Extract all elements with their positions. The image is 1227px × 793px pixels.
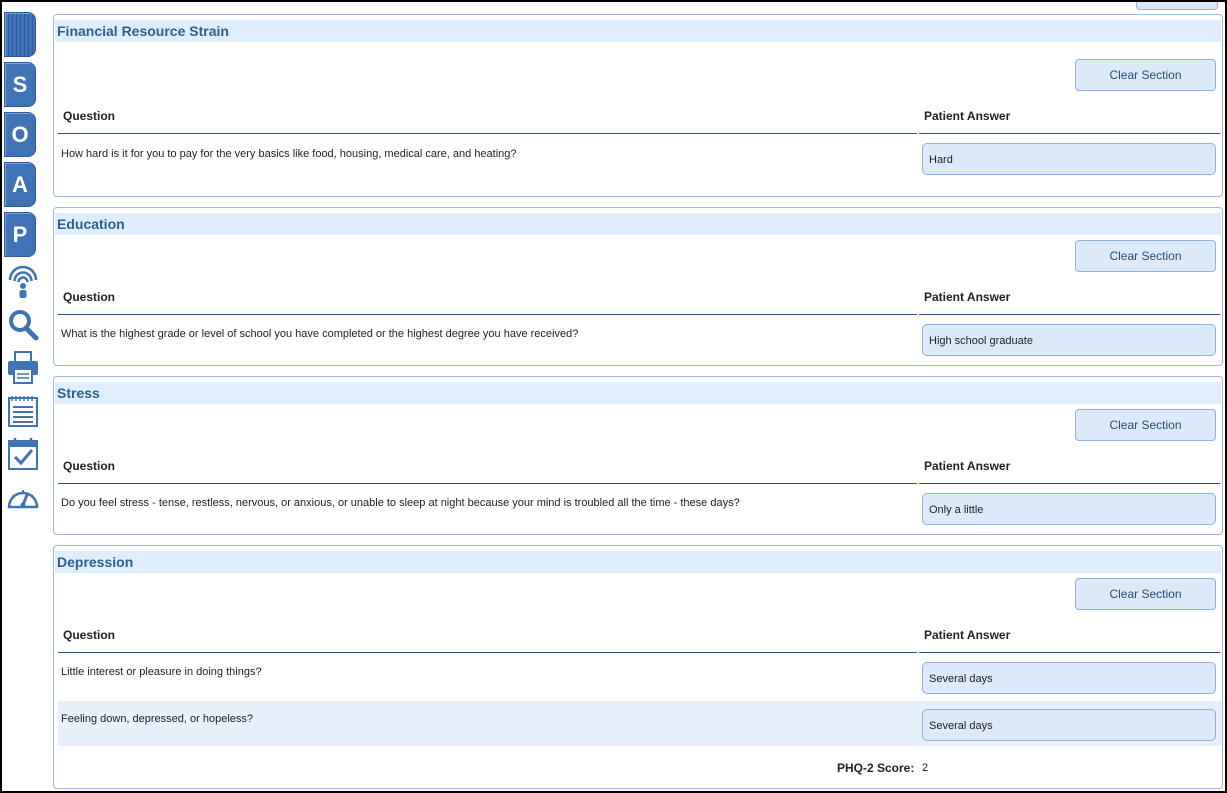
question-header: Question — [63, 628, 116, 642]
question-text: Feeling down, depressed, or hopeless? — [61, 713, 254, 725]
speedometer-icon[interactable] — [6, 479, 40, 515]
header-divider — [58, 314, 917, 315]
answer-header: Patient Answer — [924, 109, 1011, 123]
phq2-score-label: PHQ-2 Score: — [837, 761, 915, 775]
sidebar: S O A P — [2, 2, 46, 791]
soap-tab-o[interactable]: O — [4, 112, 36, 157]
answer-header: Patient Answer — [924, 628, 1011, 642]
section-depression: Depression Clear Section Question Patien… — [53, 545, 1223, 789]
clear-section-button[interactable]: Clear Section — [1075, 240, 1216, 272]
section-title: Depression — [55, 551, 1221, 573]
phq2-score-value: 2 — [922, 762, 929, 774]
header-divider — [919, 133, 1220, 134]
section-title: Stress — [55, 382, 1221, 404]
question-header: Question — [63, 459, 116, 473]
clear-section-button[interactable]: Clear Section — [1075, 409, 1216, 441]
soap-tab-a[interactable]: A — [4, 162, 36, 207]
answer-field[interactable]: Several days — [922, 662, 1216, 694]
question-text: What is the highest grade or level of sc… — [61, 328, 579, 340]
section-title: Financial Resource Strain — [55, 20, 1221, 42]
header-divider — [58, 483, 917, 484]
section-title: Education — [55, 213, 1221, 235]
notepad-icon[interactable] — [6, 393, 40, 429]
clear-section-button[interactable]: Clear Section — [1075, 578, 1216, 610]
section-education: Education Clear Section Question Patient… — [53, 207, 1223, 366]
menu-tab[interactable] — [4, 12, 36, 57]
question-text: Do you feel stress - tense, restless, ne… — [61, 497, 740, 509]
answer-header: Patient Answer — [924, 459, 1011, 473]
printer-icon[interactable] — [6, 350, 40, 386]
scrolled-button[interactable] — [1136, 2, 1218, 10]
answer-header: Patient Answer — [924, 290, 1011, 304]
question-text: How hard is it for you to pay for the ve… — [61, 148, 517, 160]
section-financial-resource-strain: Financial Resource Strain Clear Section … — [53, 14, 1223, 197]
answer-field[interactable]: Only a little — [922, 493, 1216, 525]
search-icon[interactable] — [6, 307, 40, 343]
header-divider — [58, 652, 917, 653]
header-divider — [919, 314, 1220, 315]
question-header: Question — [63, 290, 116, 304]
header-divider — [919, 652, 1220, 653]
soap-tab-p[interactable]: P — [4, 212, 36, 257]
app-frame: S O A P Financial Resource Strain Clear … — [0, 0, 1227, 793]
clear-section-button[interactable]: Clear Section — [1075, 59, 1216, 91]
soap-tab-s[interactable]: S — [4, 62, 36, 107]
calendar-check-icon[interactable] — [6, 436, 40, 472]
question-text: Little interest or pleasure in doing thi… — [61, 666, 262, 678]
answer-field[interactable]: Several days — [922, 709, 1216, 741]
section-stress: Stress Clear Section Question Patient An… — [53, 376, 1223, 535]
header-divider — [58, 133, 917, 134]
header-divider — [919, 483, 1220, 484]
question-header: Question — [63, 109, 116, 123]
wireless-person-icon[interactable] — [6, 264, 40, 300]
answer-field[interactable]: Hard — [922, 143, 1216, 175]
answer-field[interactable]: High school graduate — [922, 324, 1216, 356]
